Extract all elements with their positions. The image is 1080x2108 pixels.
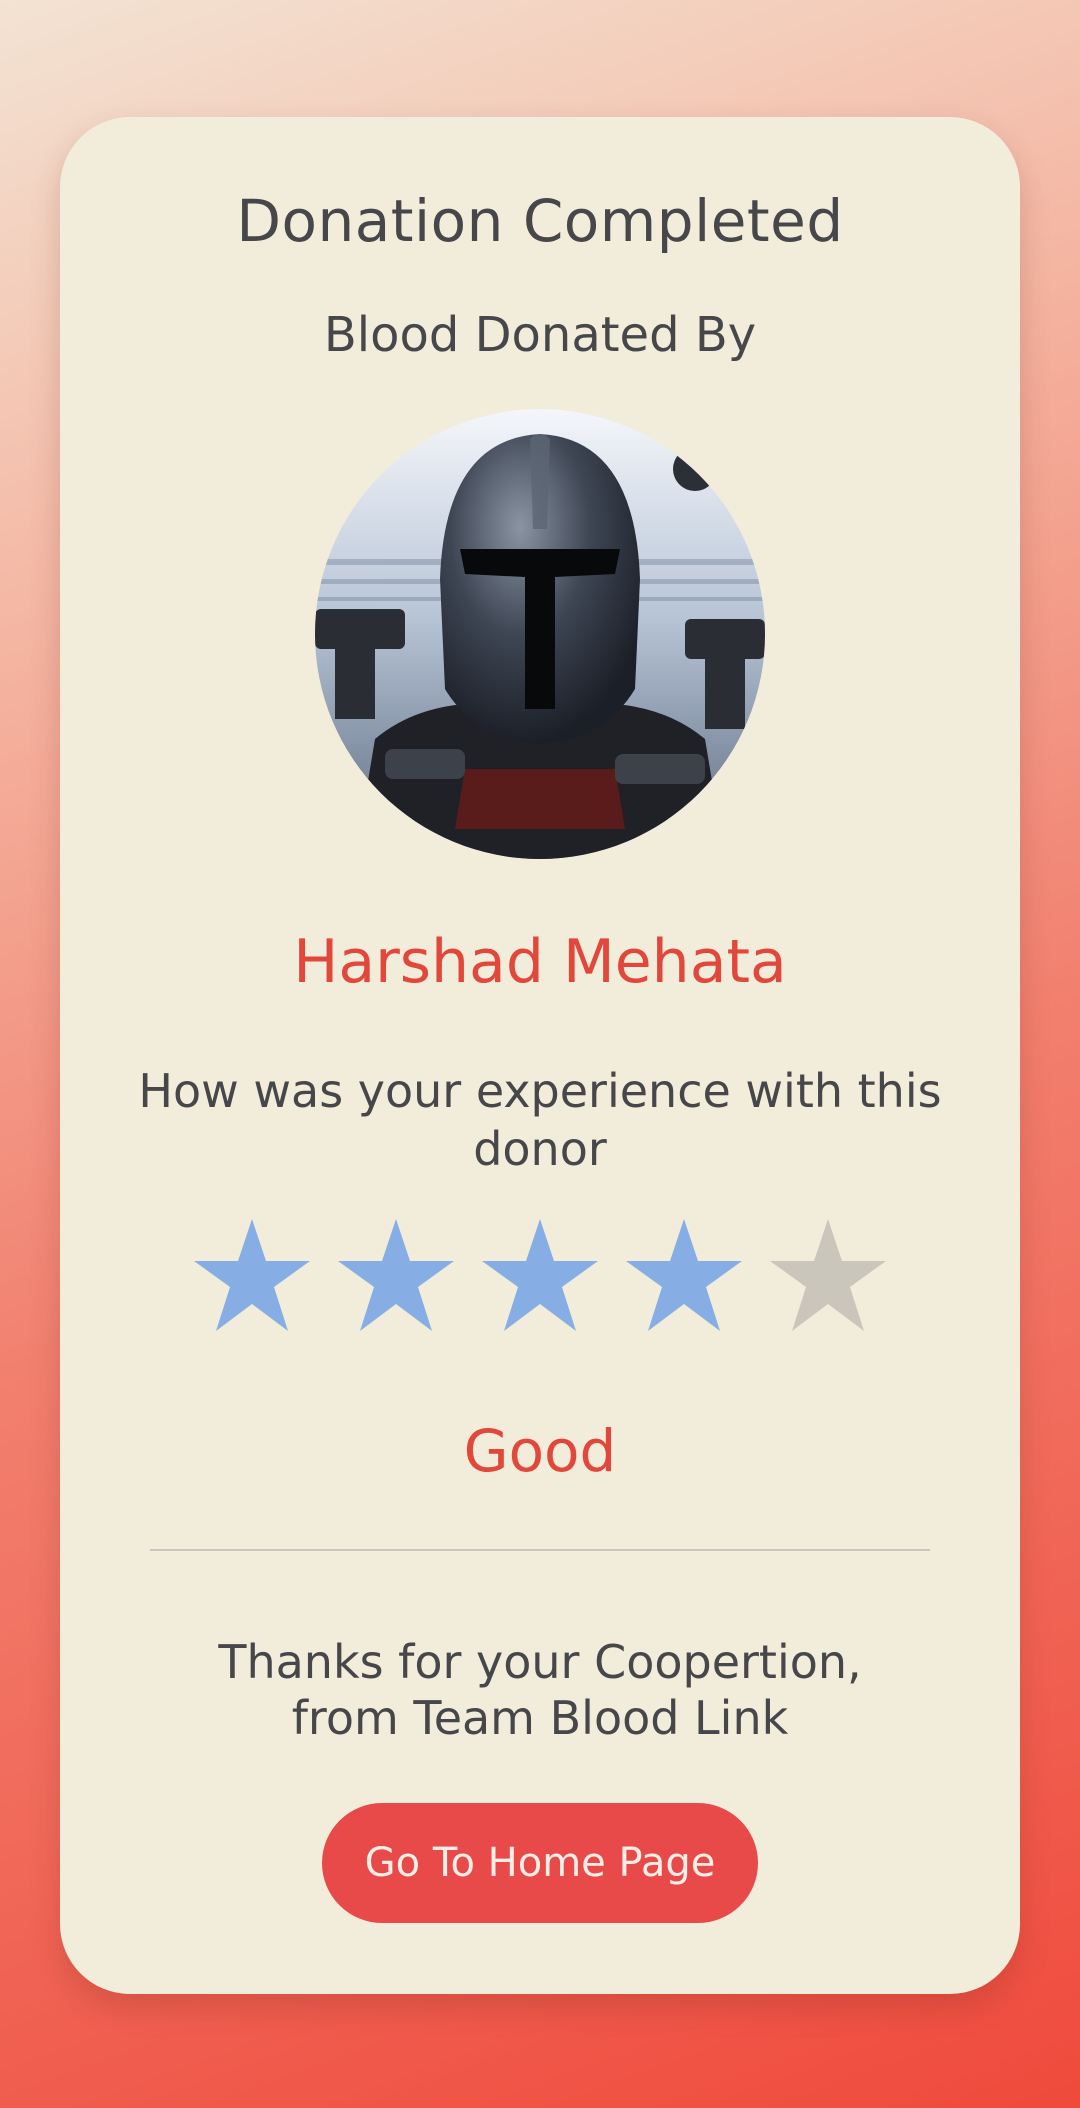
page-title: Donation Completed — [236, 187, 844, 255]
donor-name: Harshad Mehata — [293, 927, 787, 997]
star-rating[interactable] — [60, 1217, 1020, 1335]
divider — [150, 1549, 930, 1551]
star-icon[interactable] — [336, 1217, 456, 1335]
helmet-avatar-icon — [315, 409, 765, 859]
star-icon[interactable] — [768, 1217, 888, 1335]
star-icon[interactable] — [192, 1217, 312, 1335]
thanks-line-1: Thanks for your Coopertion, — [218, 1635, 862, 1689]
star-icon[interactable] — [480, 1217, 600, 1335]
thanks-message: Thanks for your Coopertion, from Team Bl… — [100, 1634, 980, 1746]
star-icon[interactable] — [624, 1217, 744, 1335]
thanks-line-2: from Team Blood Link — [291, 1691, 789, 1745]
donation-card: Donation Completed Blood Donated By Hars… — [60, 117, 1020, 1994]
donor-avatar — [315, 409, 765, 859]
experience-question: How was your experience with this donor — [138, 1064, 942, 1176]
donated-by-label: Blood Donated By — [323, 307, 757, 363]
go-to-home-button[interactable]: Go To Home Page — [322, 1803, 758, 1923]
rating-label: Good — [463, 1417, 617, 1485]
